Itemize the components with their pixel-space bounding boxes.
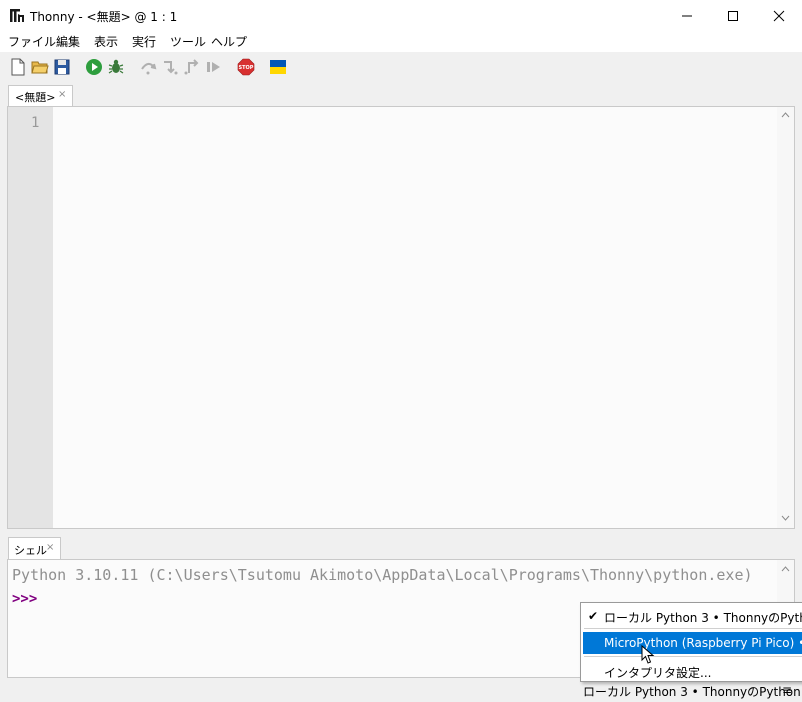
thonny-app-icon: [10, 9, 24, 22]
shell-scroll-up-icon[interactable]: [781, 566, 790, 572]
menu-run[interactable]: 実行: [132, 33, 156, 50]
menu-separator: [584, 628, 802, 629]
open-folder-icon[interactable]: [31, 58, 49, 76]
minimize-button[interactable]: [664, 0, 710, 32]
scroll-up-icon[interactable]: [781, 112, 790, 118]
interpreter-menu-icon[interactable]: ≡: [782, 683, 792, 697]
menu-bar: [0, 32, 802, 52]
shell-prompt: >>>: [12, 591, 38, 607]
code-editor[interactable]: [7, 106, 795, 529]
check-icon: ✔: [588, 609, 599, 623]
debug-icon[interactable]: [107, 58, 125, 76]
maximize-button[interactable]: [710, 0, 756, 32]
menu-view[interactable]: 表示: [94, 33, 118, 50]
ukraine-flag-icon[interactable]: [269, 58, 287, 76]
tab-shell-close-icon[interactable]: ×: [46, 542, 54, 553]
resume-icon[interactable]: [205, 58, 223, 76]
menu-file[interactable]: ファイル: [8, 33, 56, 50]
close-button[interactable]: [756, 0, 802, 32]
minimize-icon: [682, 15, 692, 17]
step-out-icon[interactable]: [183, 58, 201, 76]
step-over-icon[interactable]: [139, 58, 157, 76]
run-icon[interactable]: [85, 58, 103, 76]
menu-item-micropython[interactable]: MicroPython (Raspberry Pi Pico) • Bo: [604, 636, 802, 650]
step-into-icon[interactable]: [161, 58, 179, 76]
stop-icon[interactable]: STOP: [237, 58, 255, 76]
line-number: 1: [31, 115, 40, 131]
menu-item-local-python[interactable]: ローカル Python 3 • ThonnyのPython: [604, 609, 802, 626]
mouse-cursor-icon: [641, 645, 655, 664]
menu-edit[interactable]: 編集: [56, 33, 80, 50]
tab-shell-label: シェル: [14, 544, 47, 557]
menu-separator: [584, 656, 802, 657]
shell-startup-text: Python 3.10.11 (C:\Users\Tsutomu Akimoto…: [12, 566, 753, 584]
svg-text:STOP: STOP: [239, 65, 254, 71]
tab-close-icon[interactable]: ×: [58, 89, 66, 100]
tab-untitled-label: <無題>: [15, 91, 56, 104]
menu-tools[interactable]: ツール: [170, 33, 206, 50]
window-title: Thonny - <無題> @ 1 : 1: [30, 10, 178, 24]
menu-help[interactable]: ヘルプ: [211, 33, 247, 50]
editor-scrollbar[interactable]: [777, 107, 794, 528]
maximize-icon: [728, 11, 738, 21]
close-icon: [773, 10, 785, 22]
interpreter-status[interactable]: ローカル Python 3 • ThonnyのPython: [583, 683, 801, 700]
new-file-icon[interactable]: [9, 58, 27, 76]
scroll-down-icon[interactable]: [781, 515, 790, 521]
line-number-gutter: [8, 107, 53, 528]
menu-item-interpreter-settings[interactable]: インタプリタ設定...: [604, 664, 711, 681]
save-icon[interactable]: [53, 58, 71, 76]
